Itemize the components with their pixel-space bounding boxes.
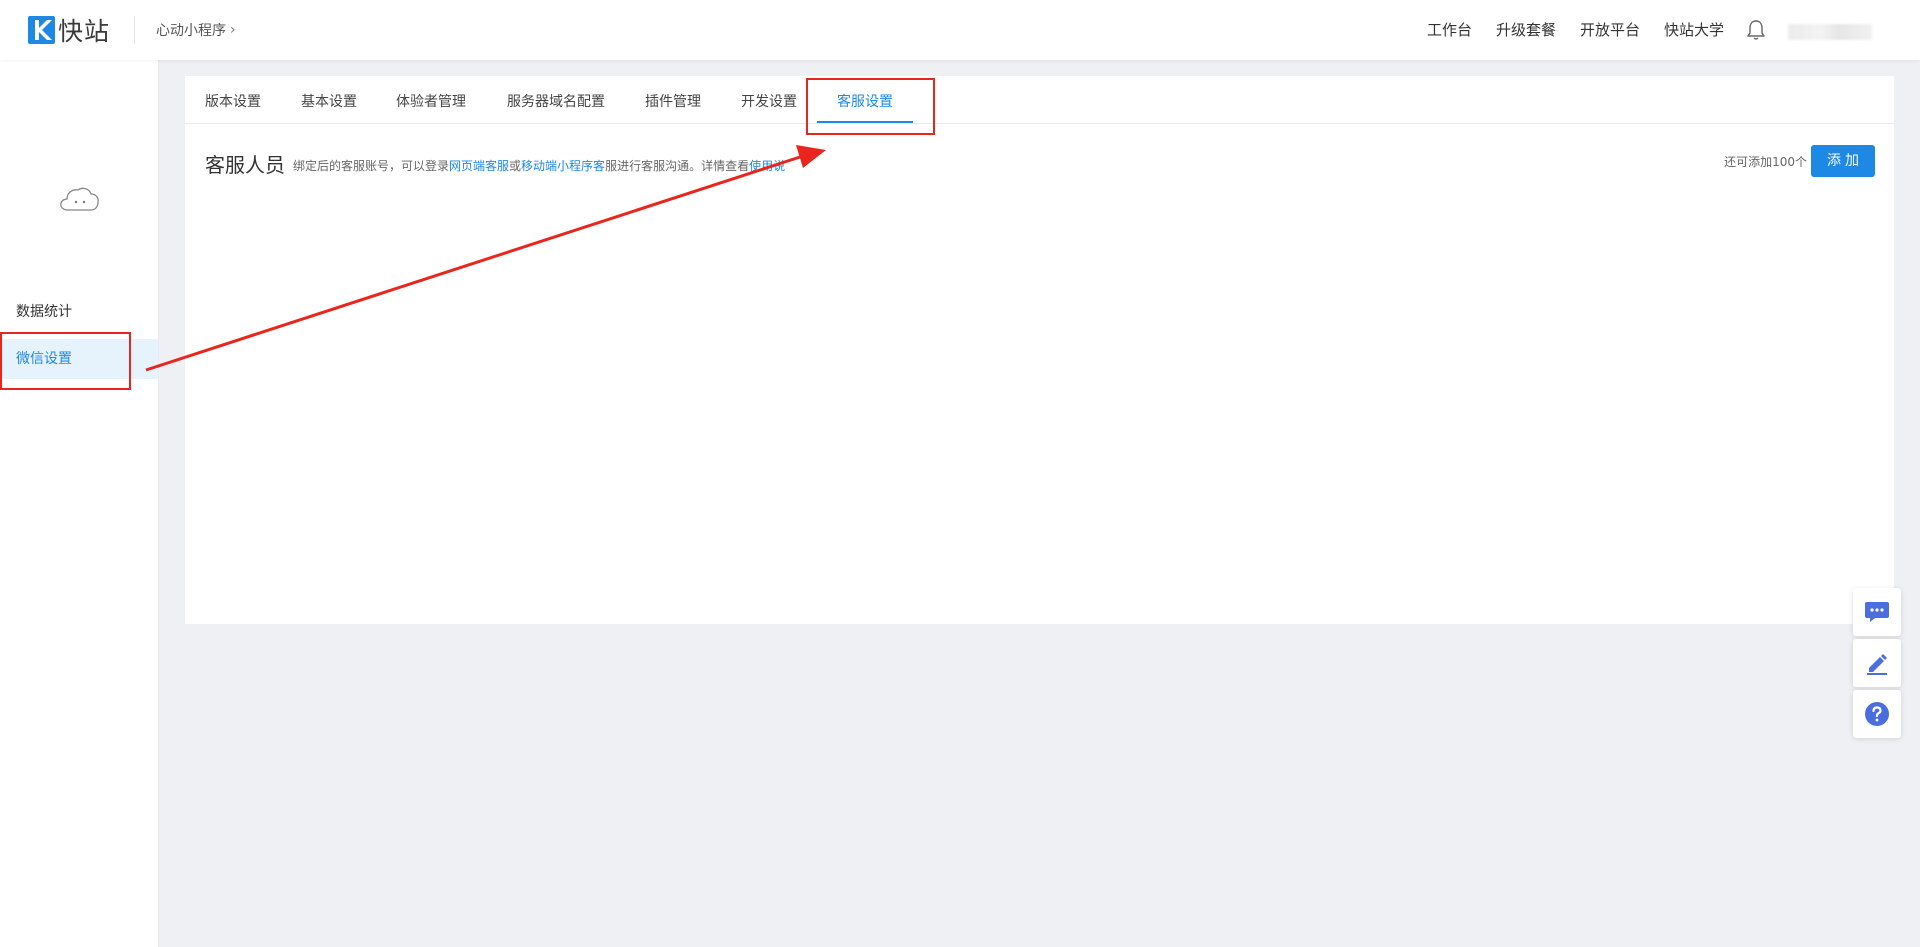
add-button[interactable]: 添加 <box>1811 145 1875 177</box>
chat-icon <box>1865 602 1889 622</box>
nav-open-platform[interactable]: 开放平台 <box>1580 19 1640 40</box>
logo-text: 快站 <box>58 17 111 46</box>
sidebar-item-data-stats[interactable]: 数据统计 <box>0 292 158 332</box>
sidebar: 数据统计 微信设置 <box>0 60 159 947</box>
float-help-button[interactable] <box>1853 690 1901 738</box>
chevron-right-icon: › <box>230 22 236 38</box>
sidebar-item-wechat-settings[interactable]: 微信设置 <box>0 339 158 379</box>
nav-upgrade-plan[interactable]: 升级套餐 <box>1496 19 1556 40</box>
user-account[interactable] <box>1788 24 1872 40</box>
tab-customer-service[interactable]: 客服设置 <box>837 91 893 111</box>
cloud-icon <box>60 187 99 211</box>
remaining-count: 还可添加100个 <box>1724 155 1807 169</box>
nav-university[interactable]: 快站大学 <box>1664 19 1724 40</box>
main-card: 版本设置 基本设置 体验者管理 服务器域名配置 插件管理 开发设置 客服设置 客… <box>185 76 1894 624</box>
tab-dev-settings[interactable]: 开发设置 <box>741 91 797 111</box>
float-edit-button[interactable] <box>1853 639 1901 687</box>
top-header: 快站 心动小程序 › 工作台 升级套餐 开放平台 快站大学 <box>0 0 1920 60</box>
nav-workbench[interactable]: 工作台 <box>1427 19 1472 40</box>
edit-icon <box>1867 654 1887 675</box>
tab-server-domain[interactable]: 服务器域名配置 <box>507 91 605 111</box>
desc-text-2: 或 <box>509 159 522 173</box>
active-tab-indicator <box>817 121 913 123</box>
logo-k-icon <box>28 16 55 44</box>
logo[interactable]: 快站 <box>28 13 110 47</box>
tab-plugin-management[interactable]: 插件管理 <box>645 91 701 111</box>
web-service-link[interactable]: 网页端客服 <box>449 159 509 173</box>
top-nav: 工作台 升级套餐 开放平台 快站大学 <box>1403 19 1724 40</box>
header-divider <box>134 16 135 44</box>
tab-tester-management[interactable]: 体验者管理 <box>396 91 466 111</box>
bell-icon[interactable] <box>1746 19 1766 41</box>
desc-text-3: 服进行客服沟通。详情查看 <box>605 159 750 173</box>
breadcrumb[interactable]: 心动小程序 › <box>156 20 236 40</box>
desc-text-1: 绑定后的客服账号，可以登录 <box>293 159 450 173</box>
tab-version-settings[interactable]: 版本设置 <box>205 91 261 111</box>
section-title: 客服人员 <box>205 153 285 177</box>
mobile-service-link[interactable]: 移动端小程序客 <box>521 159 605 173</box>
section-description: 绑定后的客服账号，可以登录网页端客服或移动端小程序客服进行客服沟通。详情查看使用… <box>293 157 785 174</box>
tab-bar: 版本设置 基本设置 体验者管理 服务器域名配置 插件管理 开发设置 客服设置 <box>185 76 1894 124</box>
float-chat-button[interactable] <box>1853 588 1901 636</box>
help-icon <box>1865 702 1889 726</box>
usage-guide-link[interactable]: 使用说 <box>749 159 785 173</box>
breadcrumb-app-name[interactable]: 心动小程序 <box>156 20 226 40</box>
tab-basic-settings[interactable]: 基本设置 <box>301 91 357 111</box>
